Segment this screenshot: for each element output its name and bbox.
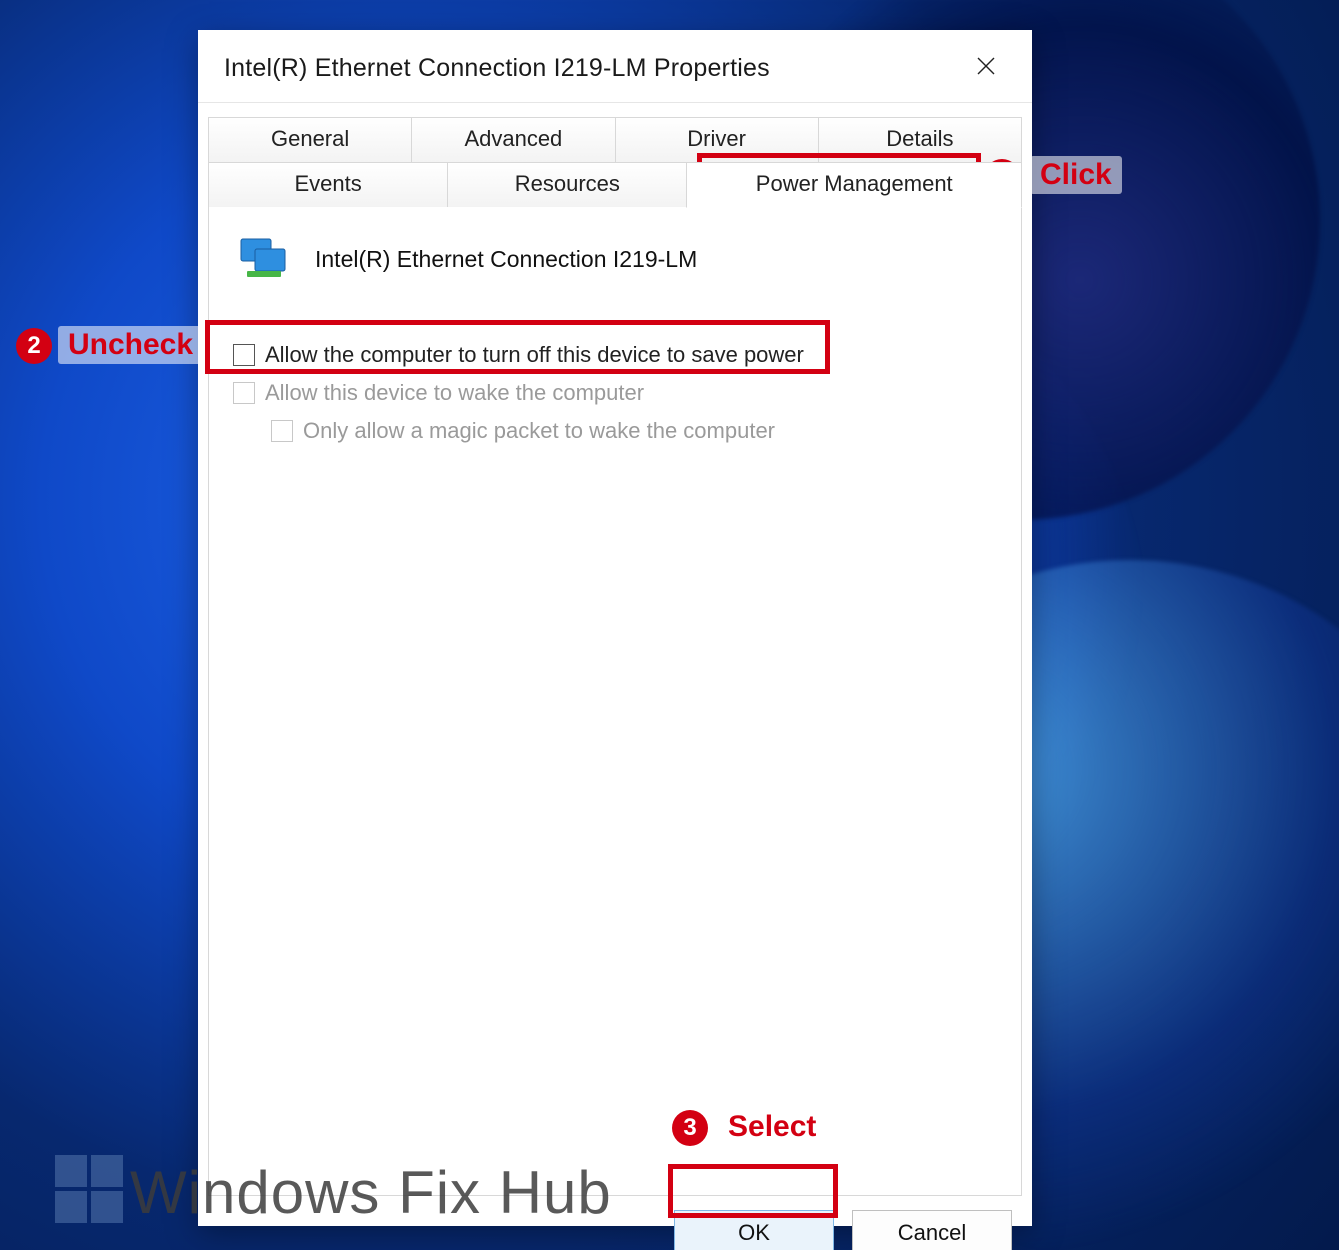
checkbox-allow-wake: Allow this device to wake the computer <box>233 374 997 412</box>
checkbox-box-icon <box>271 420 293 442</box>
annotation-step-number: 2 <box>27 332 40 360</box>
tab-details[interactable]: Details <box>818 117 1022 162</box>
annotation-step-number: 3 <box>683 1114 696 1142</box>
checkbox-magic-packet: Only allow a magic packet to wake the co… <box>271 412 997 450</box>
annotation-step-badge: 2 <box>16 328 52 364</box>
dialog-button-row: OK Cancel <box>198 1196 1032 1250</box>
cancel-button[interactable]: Cancel <box>852 1210 1012 1250</box>
checkbox-label: Allow the computer to turn off this devi… <box>265 342 804 368</box>
ok-button[interactable]: OK <box>674 1210 834 1250</box>
dialog-titlebar: Intel(R) Ethernet Connection I219-LM Pro… <box>198 30 1032 103</box>
annotation-step-label: Uncheck <box>58 326 203 364</box>
close-button[interactable] <box>966 48 1006 88</box>
checkbox-label: Only allow a magic packet to wake the co… <box>303 418 775 444</box>
checkbox-box-icon <box>233 382 255 404</box>
tabstrip: General Advanced Driver Details Events R… <box>198 103 1032 1196</box>
checkbox-box-icon <box>233 344 255 366</box>
tab-advanced[interactable]: Advanced <box>411 117 615 162</box>
desktop-background: Intel(R) Ethernet Connection I219-LM Pro… <box>0 0 1339 1250</box>
tab-panel-power-management: Intel(R) Ethernet Connection I219-LM All… <box>208 207 1022 1196</box>
tab-events[interactable]: Events <box>208 162 448 208</box>
device-header: Intel(R) Ethernet Connection I219-LM <box>209 207 1021 296</box>
tab-general[interactable]: General <box>208 117 412 162</box>
annotation-step-label: Select <box>718 1108 826 1146</box>
properties-dialog: Intel(R) Ethernet Connection I219-LM Pro… <box>198 30 1032 1226</box>
dialog-title: Intel(R) Ethernet Connection I219-LM Pro… <box>224 54 770 83</box>
tab-row-top: General Advanced Driver Details <box>208 117 1022 162</box>
device-name-label: Intel(R) Ethernet Connection I219-LM <box>315 246 697 273</box>
checkbox-allow-turn-off[interactable]: Allow the computer to turn off this devi… <box>233 336 997 374</box>
network-adapter-icon <box>237 233 293 286</box>
checkbox-label: Allow this device to wake the computer <box>265 380 644 406</box>
close-icon <box>976 56 996 81</box>
tab-resources[interactable]: Resources <box>447 162 687 208</box>
tab-power-management[interactable]: Power Management <box>686 162 1022 208</box>
checkbox-group: Allow the computer to turn off this devi… <box>209 296 1021 450</box>
annotation-step-badge: 3 <box>672 1110 708 1146</box>
tab-driver[interactable]: Driver <box>615 117 819 162</box>
watermark-logo-icon <box>55 1155 125 1225</box>
tab-row-bottom: Events Resources Power Management <box>208 162 1022 208</box>
annotation-step-label: Click <box>1030 156 1122 194</box>
